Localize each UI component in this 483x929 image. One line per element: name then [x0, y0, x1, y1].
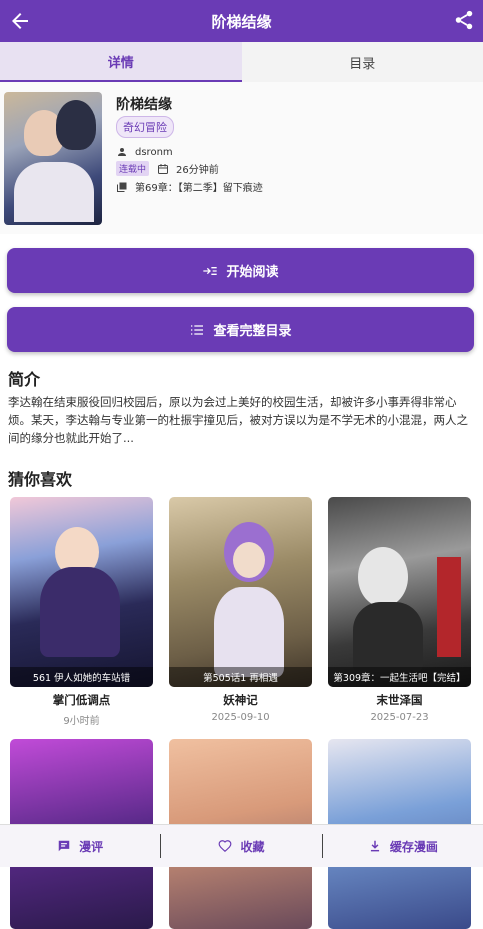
- latest-chapter-overlay: 第309章：一起生活吧【完结】: [328, 667, 471, 687]
- download-icon: [368, 839, 382, 853]
- genre-tag[interactable]: 奇幻冒险: [116, 116, 174, 138]
- update-time: 26分钟前: [176, 161, 219, 176]
- intro-text: 李达翰在结束服役回归校园后，原以为会过上美好的校园生活，却被许多小事弄得非常心烦…: [8, 393, 476, 447]
- recommend-date: 2025-09-10: [169, 712, 312, 723]
- start-reading-icon: [202, 263, 218, 279]
- cache-button[interactable]: 缓存漫画: [323, 838, 483, 855]
- calendar-icon: [157, 163, 169, 175]
- person-icon: [116, 146, 128, 158]
- full-catalog-label: 查看完整目录: [213, 320, 291, 339]
- share-icon[interactable]: [453, 9, 475, 31]
- comment-button[interactable]: 漫评: [0, 838, 160, 855]
- tab-bar: 详情 目录: [0, 42, 483, 82]
- book-info-panel: [0, 82, 483, 234]
- full-catalog-button[interactable]: 查看完整目录: [7, 307, 474, 352]
- status-badge: 连载中: [116, 161, 149, 176]
- recommend-date: 9小时前: [10, 712, 153, 727]
- recommend-title: 妖神记: [169, 692, 312, 708]
- recommend-title: 掌门低调点: [10, 692, 153, 708]
- recommend-date: 2025-07-23: [328, 712, 471, 723]
- arrow-left-icon[interactable]: [8, 9, 32, 33]
- latest-chapter: 第69章：【第二季】留下痕迹: [135, 179, 263, 194]
- comment-icon: [57, 839, 71, 853]
- intro-heading: 简介: [8, 366, 40, 390]
- recommend-card[interactable]: 561 伊人如她的车站错 掌门低调点 9小时前: [10, 497, 153, 727]
- author-name: dsronm: [135, 147, 173, 158]
- recommend-card[interactable]: 第309章：一起生活吧【完结】 末世泽国 2025-07-23: [328, 497, 471, 723]
- author-row: dsronm: [116, 146, 173, 158]
- recommend-cover: 第309章：一起生活吧【完结】: [328, 497, 471, 687]
- comment-label: 漫评: [79, 838, 103, 855]
- start-reading-button[interactable]: 开始阅读: [7, 248, 474, 293]
- favorite-label: 收藏: [240, 838, 264, 855]
- latest-chapter-overlay: 561 伊人如她的车站错: [10, 667, 153, 687]
- latest-chapter-row: 第69章：【第二季】留下痕迹: [116, 179, 263, 194]
- recommend-card[interactable]: 第505话1 再相遇 妖神记 2025-09-10: [169, 497, 312, 723]
- recommend-cover: 561 伊人如她的车站错: [10, 497, 153, 687]
- page-title: 阶梯结缘: [211, 11, 271, 32]
- recommend-cover: 第505话1 再相遇: [169, 497, 312, 687]
- top-app-bar: 阶梯结缘: [0, 0, 483, 42]
- cache-label: 缓存漫画: [390, 838, 438, 855]
- book-cover: [4, 92, 102, 225]
- favorite-button[interactable]: 收藏: [161, 838, 321, 855]
- list-icon: [189, 322, 205, 338]
- tab-details[interactable]: 详情: [0, 42, 242, 82]
- heart-icon: [218, 839, 232, 853]
- library-books-icon: [116, 181, 128, 193]
- tab-catalog[interactable]: 目录: [242, 42, 483, 82]
- status-row: 连载中 26分钟前: [116, 161, 219, 176]
- recommend-heading: 猜你喜欢: [8, 466, 72, 490]
- recommend-title: 末世泽国: [328, 692, 471, 708]
- bottom-action-bar: 漫评 收藏 缓存漫画: [0, 824, 483, 867]
- latest-chapter-overlay: 第505话1 再相遇: [169, 667, 312, 687]
- book-title: 阶梯结缘: [116, 94, 172, 114]
- start-reading-label: 开始阅读: [226, 261, 278, 280]
